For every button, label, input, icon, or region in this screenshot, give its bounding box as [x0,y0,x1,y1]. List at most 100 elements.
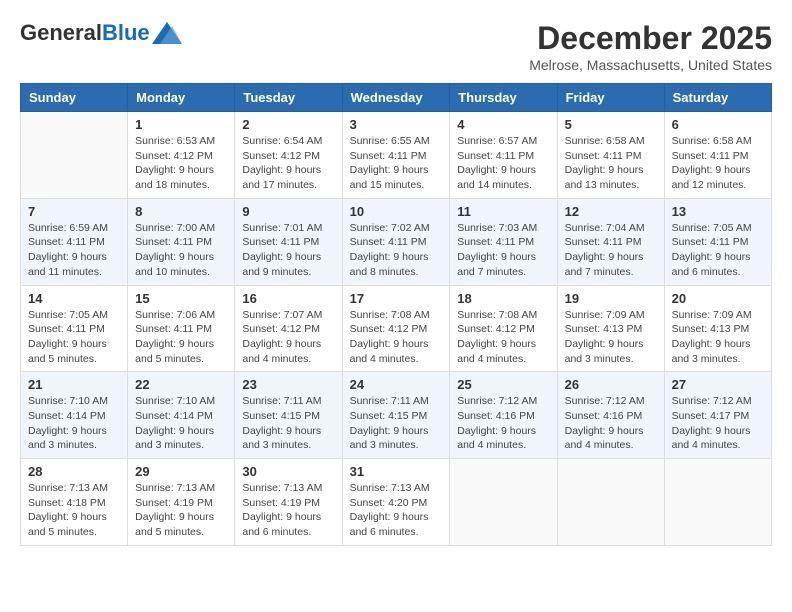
weekday-header-wednesday: Wednesday [342,84,450,112]
calendar-cell: 2 Sunrise: 6:54 AMSunset: 4:12 PMDaylight… [235,112,342,199]
calendar-cell: 28 Sunrise: 7:13 AMSunset: 4:18 PMDayligh… [21,459,128,546]
day-info: Sunrise: 7:08 AMSunset: 4:12 PMDaylight:… [350,308,443,367]
day-info: Sunrise: 7:11 AMSunset: 4:15 PMDaylight:… [350,394,443,453]
title-block: December 2025 Melrose, Massachusetts, Un… [529,20,772,73]
day-number: 24 [350,377,443,392]
day-number: 4 [457,117,549,132]
day-number: 1 [135,117,227,132]
day-info: Sunrise: 7:12 AMSunset: 4:16 PMDaylight:… [565,394,657,453]
day-info: Sunrise: 7:08 AMSunset: 4:12 PMDaylight:… [457,308,549,367]
day-number: 18 [457,291,549,306]
day-number: 8 [135,204,227,219]
calendar-cell: 23 Sunrise: 7:11 AMSunset: 4:15 PMDayligh… [235,372,342,459]
day-info: Sunrise: 7:12 AMSunset: 4:16 PMDaylight:… [457,394,549,453]
day-info: Sunrise: 7:00 AMSunset: 4:11 PMDaylight:… [135,221,227,280]
calendar-cell: 17 Sunrise: 7:08 AMSunset: 4:12 PMDayligh… [342,285,450,372]
calendar-cell: 14 Sunrise: 7:05 AMSunset: 4:11 PMDayligh… [21,285,128,372]
day-number: 12 [565,204,657,219]
day-info: Sunrise: 7:06 AMSunset: 4:11 PMDaylight:… [135,308,227,367]
day-number: 21 [28,377,120,392]
calendar-table: SundayMondayTuesdayWednesdayThursdayFrid… [20,83,772,546]
day-number: 5 [565,117,657,132]
day-number: 28 [28,464,120,479]
calendar-cell: 31 Sunrise: 7:13 AMSunset: 4:20 PMDayligh… [342,459,450,546]
calendar-cell: 21Sunrise: 7:10 AMSunset: 4:14 PMDayligh… [21,372,128,459]
day-info: Sunrise: 7:13 AMSunset: 4:20 PMDaylight:… [350,481,443,540]
calendar-week-row: 14 Sunrise: 7:05 AMSunset: 4:11 PMDayligh… [21,285,772,372]
calendar-cell: 1 Sunrise: 6:53 AMSunset: 4:12 PMDaylight… [128,112,235,199]
calendar-cell: 22 Sunrise: 7:10 AMSunset: 4:14 PMDayligh… [128,372,235,459]
day-info: Sunrise: 6:57 AMSunset: 4:11 PMDaylight:… [457,134,549,193]
calendar-cell: 19 Sunrise: 7:09 AMSunset: 4:13 PMDayligh… [557,285,664,372]
day-number: 17 [350,291,443,306]
day-number: 23 [242,377,334,392]
day-number: 10 [350,204,443,219]
calendar-cell: 4 Sunrise: 6:57 AMSunset: 4:11 PMDaylight… [450,112,557,199]
calendar-cell: 15Sunrise: 7:06 AMSunset: 4:11 PMDayligh… [128,285,235,372]
day-info: Sunrise: 6:58 AMSunset: 4:11 PMDaylight:… [672,134,764,193]
calendar-cell: 7Sunrise: 6:59 AMSunset: 4:11 PMDaylight… [21,198,128,285]
calendar-cell: 20 Sunrise: 7:09 AMSunset: 4:13 PMDayligh… [664,285,771,372]
calendar-cell [557,459,664,546]
day-number: 30 [242,464,334,479]
day-info: Sunrise: 7:13 AMSunset: 4:18 PMDaylight:… [28,481,120,540]
calendar-cell [450,459,557,546]
day-info: Sunrise: 7:11 AMSunset: 4:15 PMDaylight:… [242,394,334,453]
calendar-cell: 24 Sunrise: 7:11 AMSunset: 4:15 PMDayligh… [342,372,450,459]
day-number: 25 [457,377,549,392]
day-info: Sunrise: 7:07 AMSunset: 4:12 PMDaylight:… [242,308,334,367]
calendar-cell: 5Sunrise: 6:58 AMSunset: 4:11 PMDaylight… [557,112,664,199]
calendar-week-row: 21 Sunrise: 7:10 AMSunset: 4:14 PMDayligh… [21,372,772,459]
day-number: 9 [242,204,334,219]
day-info: Sunrise: 7:05 AMSunset: 4:11 PMDaylight:… [672,221,764,280]
day-info: Sunrise: 7:10 AMSunset: 4:14 PMDaylight:… [135,394,227,453]
day-number: 26 [565,377,657,392]
logo: General Blue [20,20,182,46]
day-info: Sunrise: 6:55 AMSunset: 4:11 PMDaylight:… [350,134,443,193]
day-info: Sunrise: 7:09 AMSunset: 4:13 PMDaylight:… [565,308,657,367]
weekday-header-monday: Monday [128,84,235,112]
page-header: General Blue December 2025 Melrose, Mass… [20,20,772,73]
day-number: 3 [350,117,443,132]
day-number: 7 [28,204,120,219]
calendar-cell: 13 Sunrise: 7:05 AMSunset: 4:11 PMDayligh… [664,198,771,285]
day-number: 13 [672,204,764,219]
calendar-cell: 27 Sunrise: 7:12 AMSunset: 4:17 PMDayligh… [664,372,771,459]
weekday-header-thursday: Thursday [450,84,557,112]
logo-blue: Blue [102,20,150,46]
calendar-cell: 3 Sunrise: 6:55 AMSunset: 4:11 PMDaylight… [342,112,450,199]
calendar-cell: 16 Sunrise: 7:07 AMSunset: 4:12 PMDayligh… [235,285,342,372]
day-number: 22 [135,377,227,392]
day-info: Sunrise: 6:53 AMSunset: 4:12 PMDaylight:… [135,134,227,193]
day-number: 29 [135,464,227,479]
logo-icon [152,22,182,44]
day-number: 6 [672,117,764,132]
day-info: Sunrise: 7:13 AMSunset: 4:19 PMDaylight:… [242,481,334,540]
calendar-cell [21,112,128,199]
calendar-cell: 10Sunrise: 7:02 AMSunset: 4:11 PMDayligh… [342,198,450,285]
day-info: Sunrise: 7:03 AMSunset: 4:11 PMDaylight:… [457,221,549,280]
day-info: Sunrise: 6:54 AMSunset: 4:12 PMDaylight:… [242,134,334,193]
day-info: Sunrise: 7:01 AMSunset: 4:11 PMDaylight:… [242,221,334,280]
day-number: 20 [672,291,764,306]
day-number: 16 [242,291,334,306]
day-info: Sunrise: 7:12 AMSunset: 4:17 PMDaylight:… [672,394,764,453]
day-number: 31 [350,464,443,479]
calendar-cell: 25 Sunrise: 7:12 AMSunset: 4:16 PMDayligh… [450,372,557,459]
day-info: Sunrise: 7:13 AMSunset: 4:19 PMDaylight:… [135,481,227,540]
calendar-cell: 11Sunrise: 7:03 AMSunset: 4:11 PMDayligh… [450,198,557,285]
weekday-header-friday: Friday [557,84,664,112]
day-info: Sunrise: 7:09 AMSunset: 4:13 PMDaylight:… [672,308,764,367]
calendar-week-row: 1 Sunrise: 6:53 AMSunset: 4:12 PMDaylight… [21,112,772,199]
month-title: December 2025 [529,20,772,57]
calendar-week-row: 28 Sunrise: 7:13 AMSunset: 4:18 PMDayligh… [21,459,772,546]
day-number: 14 [28,291,120,306]
day-number: 27 [672,377,764,392]
day-info: Sunrise: 7:04 AMSunset: 4:11 PMDaylight:… [565,221,657,280]
location: Melrose, Massachusetts, United States [529,57,772,73]
weekday-header-sunday: Sunday [21,84,128,112]
calendar-cell: 6 Sunrise: 6:58 AMSunset: 4:11 PMDaylight… [664,112,771,199]
day-number: 19 [565,291,657,306]
day-info: Sunrise: 7:05 AMSunset: 4:11 PMDaylight:… [28,308,120,367]
day-number: 2 [242,117,334,132]
